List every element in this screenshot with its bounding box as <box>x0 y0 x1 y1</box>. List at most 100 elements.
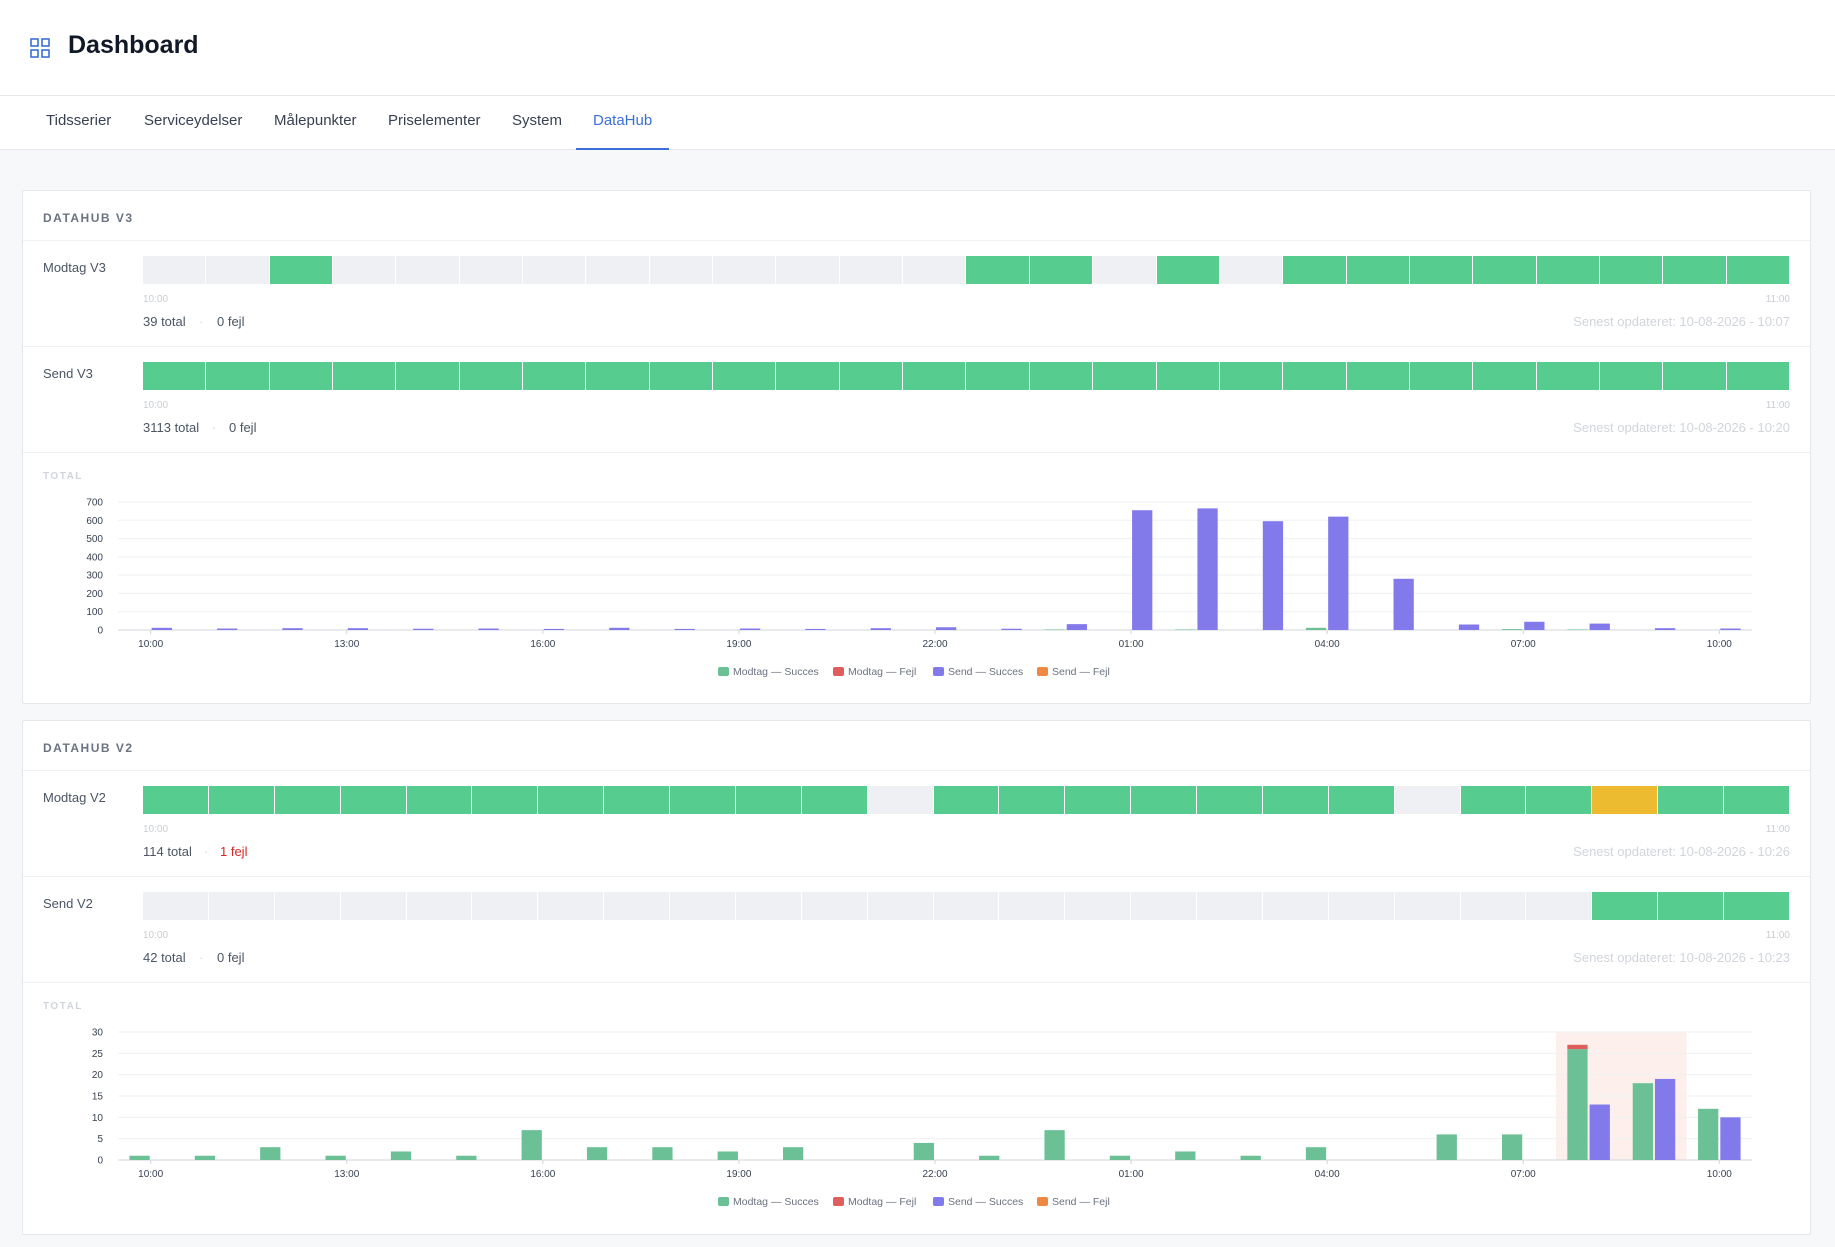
status-segment-success <box>1029 362 1093 390</box>
bar-modtag-succes <box>456 1155 477 1160</box>
status-row-modtag-v2: Modtag V2 10:00 11:00 114 total · 1 fejl… <box>23 770 1810 876</box>
bar-send-succes <box>805 628 826 630</box>
bar-modtag-succes <box>194 1155 216 1160</box>
status-segment-empty <box>604 892 669 920</box>
bar-modtag-succes <box>521 1130 542 1160</box>
status-segment-success <box>966 256 1029 284</box>
status-segment-empty <box>867 892 933 920</box>
y-tick-label: 300 <box>86 571 103 582</box>
status-segment-success <box>670 786 735 814</box>
legend-label[interactable]: Send — Succes <box>948 1196 1023 1208</box>
tab-tidsserier[interactable]: Tidsserier <box>46 96 111 150</box>
x-tick-label: 07:00 <box>1511 1169 1536 1180</box>
bar-send-succes <box>739 628 761 630</box>
status-segment-success <box>333 362 396 390</box>
status-segment-empty <box>1219 256 1283 284</box>
page-title: Dashboard <box>68 31 199 59</box>
timeline-start-label: 10:00 <box>143 294 169 305</box>
status-segment-empty <box>538 892 604 920</box>
legend-label[interactable]: Send — Fejl <box>1052 1196 1110 1208</box>
bar-send-succes <box>217 628 238 630</box>
status-segment-success <box>143 786 208 814</box>
bar-send-succes <box>1654 628 1676 630</box>
bar-send-succes <box>1589 1104 1610 1160</box>
bar-modtag-succes <box>1109 1155 1131 1160</box>
status-segment-empty <box>340 892 406 920</box>
bar-send-succes <box>1132 510 1153 630</box>
y-tick-label: 200 <box>86 589 103 600</box>
timeline-start-label: 10:00 <box>143 930 169 941</box>
status-segment-empty <box>143 256 206 284</box>
status-segment-success <box>269 362 333 390</box>
legend-label[interactable]: Send — Fejl <box>1052 666 1110 678</box>
x-tick-label: 22:00 <box>922 639 947 650</box>
status-segment-success <box>1473 362 1536 390</box>
status-timeline <box>143 256 1789 284</box>
bar-send-succes <box>1720 628 1741 630</box>
legend-swatch <box>833 667 844 676</box>
bar-send-succes <box>674 628 695 630</box>
status-segment-success <box>1346 362 1409 390</box>
row-label: Send V3 <box>43 366 93 381</box>
bar-modtag-succes <box>260 1147 281 1160</box>
status-row-send-v3: Send V3 10:00 11:00 3113 total · 0 fejl … <box>23 346 1810 452</box>
status-segment-empty <box>1460 892 1526 920</box>
x-tick-label: 19:00 <box>726 639 751 650</box>
status-segment-empty <box>999 892 1065 920</box>
status-segment-success <box>1328 786 1394 814</box>
status-segment-success <box>735 786 801 814</box>
y-tick-label: 600 <box>86 516 103 527</box>
bar-send-succes <box>1458 624 1480 630</box>
status-segment-success <box>274 786 340 814</box>
datahub-v3-panel: DATAHUB V3 Modtag V3 10:00 11:00 39 tota… <box>22 190 1811 704</box>
y-tick-label: 5 <box>97 1134 103 1145</box>
status-segment-success <box>1724 786 1789 814</box>
row-label: Modtag V3 <box>43 260 106 275</box>
x-tick-label: 22:00 <box>922 1169 947 1180</box>
status-segment-success <box>933 786 999 814</box>
status-timeline <box>143 786 1789 814</box>
bar-modtag-succes <box>1567 1049 1588 1160</box>
status-segment-success <box>1093 362 1156 390</box>
status-segment-empty <box>735 892 801 920</box>
tab-priselementer[interactable]: Priselementer <box>388 96 481 150</box>
panel-title: DATAHUB V2 <box>43 741 134 755</box>
total-chart: 0 5 10 15 20 25 30 10:00 13:00 16:00 19:00 22:00 01:… <box>92 1028 1752 1208</box>
status-segment-success <box>143 362 206 390</box>
status-segment-success <box>472 786 538 814</box>
status-segment-empty <box>586 256 649 284</box>
status-segment-empty <box>406 892 472 920</box>
legend-label[interactable]: Modtag — Succes <box>733 666 819 678</box>
bar-send-succes <box>1654 1078 1676 1160</box>
legend-label[interactable]: Send — Succes <box>948 666 1023 678</box>
tab-datahub[interactable]: DataHub <box>575 96 670 150</box>
legend-label[interactable]: Modtag — Succes <box>733 1196 819 1208</box>
legend-label[interactable]: Modtag — Fejl <box>848 666 916 678</box>
status-segment-success <box>206 362 269 390</box>
status-segment-success <box>523 362 586 390</box>
y-tick-label: 15 <box>92 1092 104 1103</box>
status-segment-empty <box>1131 892 1196 920</box>
bar-send-succes <box>1066 624 1087 630</box>
status-segment-success <box>1663 362 1726 390</box>
last-updated: Senest opdateret: 10-08-2026 - 10:23 <box>1573 950 1790 965</box>
tab-serviceydelser[interactable]: Serviceydelser <box>144 96 242 150</box>
status-segment-success <box>839 362 903 390</box>
status-segment-success <box>1409 256 1473 284</box>
y-tick-label: 700 <box>86 498 103 509</box>
bar-send-succes <box>1197 508 1218 630</box>
bar-modtag-succes <box>1305 1147 1327 1160</box>
status-segment-success <box>713 362 776 390</box>
bar-send-succes <box>413 628 434 630</box>
timeline-end-label: 11:00 <box>1765 824 1790 835</box>
tab-system[interactable]: System <box>512 96 562 150</box>
error-count: 0 fejl <box>229 420 257 435</box>
status-timeline <box>143 892 1789 920</box>
status-segment-success <box>604 786 669 814</box>
tab-malepunkter[interactable]: Målepunkter <box>274 96 357 150</box>
x-tick-label: 10:00 <box>1707 639 1732 650</box>
status-segment-success <box>1726 362 1789 390</box>
legend-label[interactable]: Modtag — Fejl <box>848 1196 916 1208</box>
total-chart: 0 100 200 300 400 500 600 700 10:00 13:00 16:00 19:… <box>86 498 1752 678</box>
bar-send-succes <box>543 628 565 630</box>
